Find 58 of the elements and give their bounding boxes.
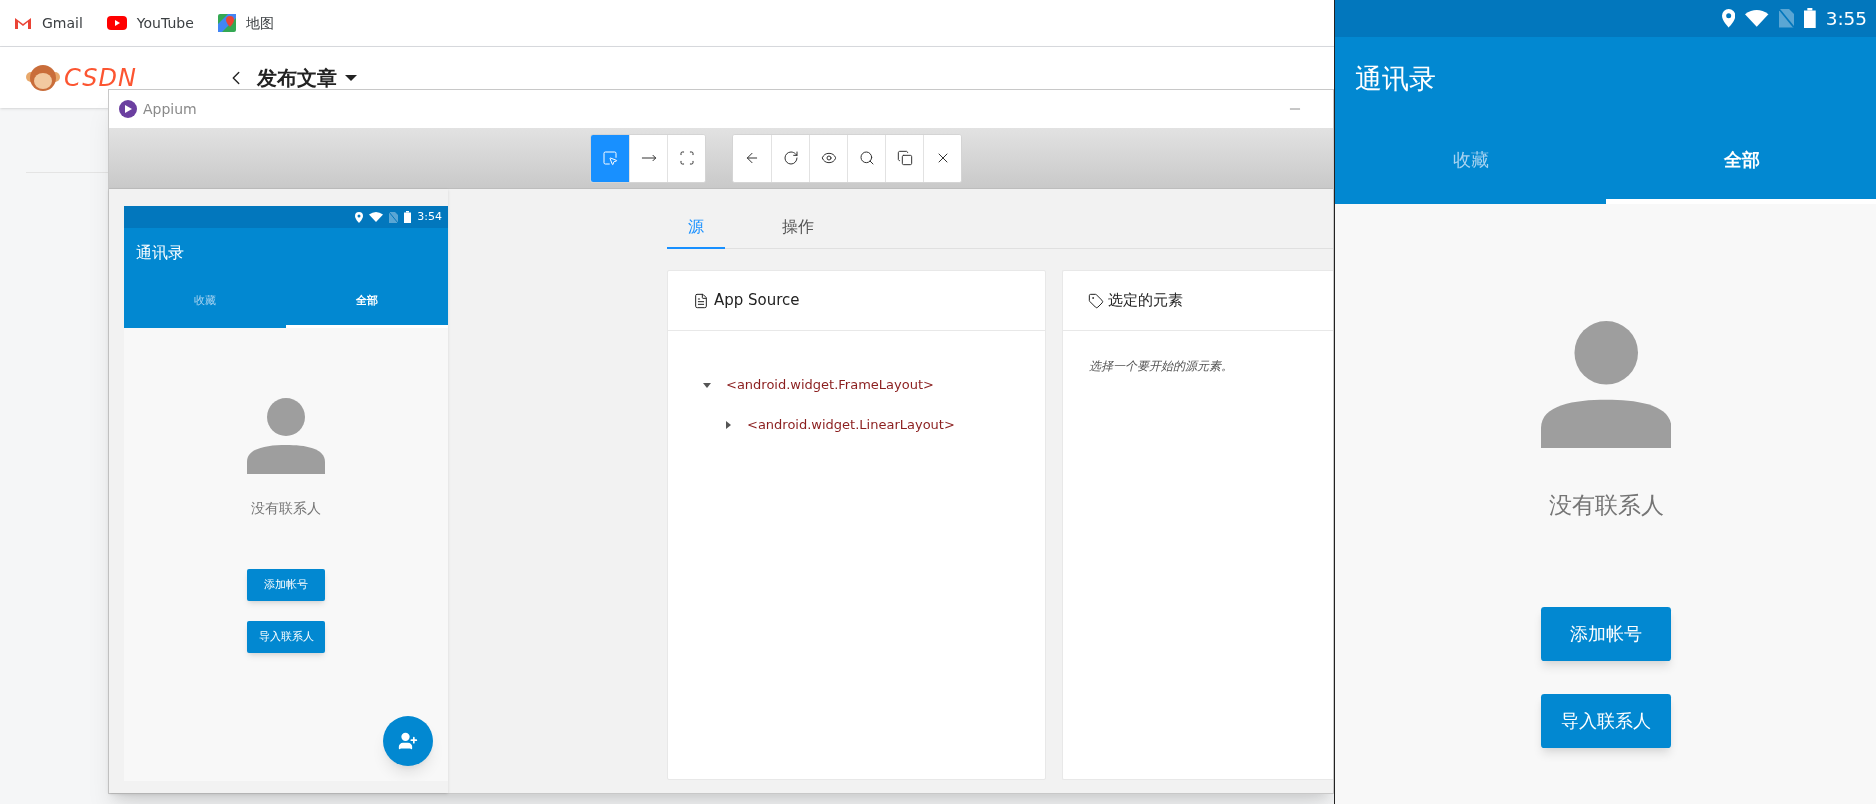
tab[interactable]: 收藏 (1335, 120, 1607, 205)
site-logo[interactable]: CSDN (64, 59, 137, 96)
status-time: 3:54 (417, 208, 442, 225)
battery-icon (1803, 8, 1816, 29)
app-title: 通讯录 (1355, 61, 1437, 96)
bookmark[interactable]: 地图 (217, 12, 274, 34)
empty-message: 没有联系人 (251, 499, 321, 518)
empty-message: 没有联系人 (1548, 490, 1664, 522)
window-title: Appium (143, 99, 197, 119)
tab[interactable]: 全部 (286, 278, 448, 328)
tree-node[interactable]: <android.widget.FrameLayout> (726, 375, 934, 395)
document-icon (693, 292, 709, 309)
tag-icon (1088, 292, 1104, 309)
location-icon (1722, 9, 1736, 28)
action-button[interactable]: 导入联系人 (247, 621, 325, 653)
tab[interactable]: 全部 (1606, 120, 1876, 205)
search-icon (858, 150, 875, 166)
status-time: 3:55 (1825, 6, 1867, 31)
action-button[interactable]: 添加帐号 (1540, 607, 1672, 661)
person-icon (247, 398, 325, 474)
action-button[interactable]: 导入联系人 (1540, 694, 1672, 748)
tree-node[interactable]: <android.widget.LinearLayout> (747, 415, 955, 435)
panel-title: 选定的元素 (1108, 290, 1183, 312)
caret-down-icon[interactable] (344, 73, 357, 82)
panel-title: App Source (714, 290, 800, 312)
copy-icon (896, 150, 913, 166)
logo-icon (26, 62, 60, 93)
battery-icon (404, 211, 412, 223)
page-title: 发布文章 (256, 64, 337, 92)
scan-icon (678, 150, 695, 166)
app-title: 通讯录 (136, 242, 184, 264)
bookmark[interactable]: Gmail (14, 12, 83, 34)
tab[interactable]: 操作 (769, 206, 827, 249)
tab[interactable]: 收藏 (124, 278, 286, 328)
action-button[interactable]: 添加帐号 (247, 569, 325, 601)
eye-icon (820, 150, 837, 166)
wifi-icon (369, 212, 384, 222)
refresh-icon (782, 150, 799, 166)
tab[interactable]: 源 (667, 206, 725, 249)
caret-down-icon[interactable] (703, 381, 711, 389)
caret-right-icon[interactable] (724, 421, 732, 429)
add-contact-button[interactable] (383, 716, 433, 766)
play-icon (106, 16, 127, 30)
mode-button[interactable] (591, 134, 629, 182)
no-sim-icon (1778, 9, 1794, 28)
no-sim-icon (389, 211, 399, 223)
wifi-icon (1745, 10, 1769, 27)
bookmark[interactable]: YouTube (106, 12, 194, 34)
map-icon (217, 14, 236, 32)
mail-icon (14, 16, 32, 30)
person-icon (1540, 321, 1672, 449)
pointer-select-icon (602, 150, 618, 166)
location-icon (355, 211, 364, 223)
app-logo-icon (119, 100, 137, 118)
hint-text: 选择一个要开始的源元素。 (1089, 358, 1234, 375)
mode-button[interactable] (667, 134, 705, 182)
add-person-icon (398, 731, 418, 751)
back-icon (744, 150, 760, 166)
